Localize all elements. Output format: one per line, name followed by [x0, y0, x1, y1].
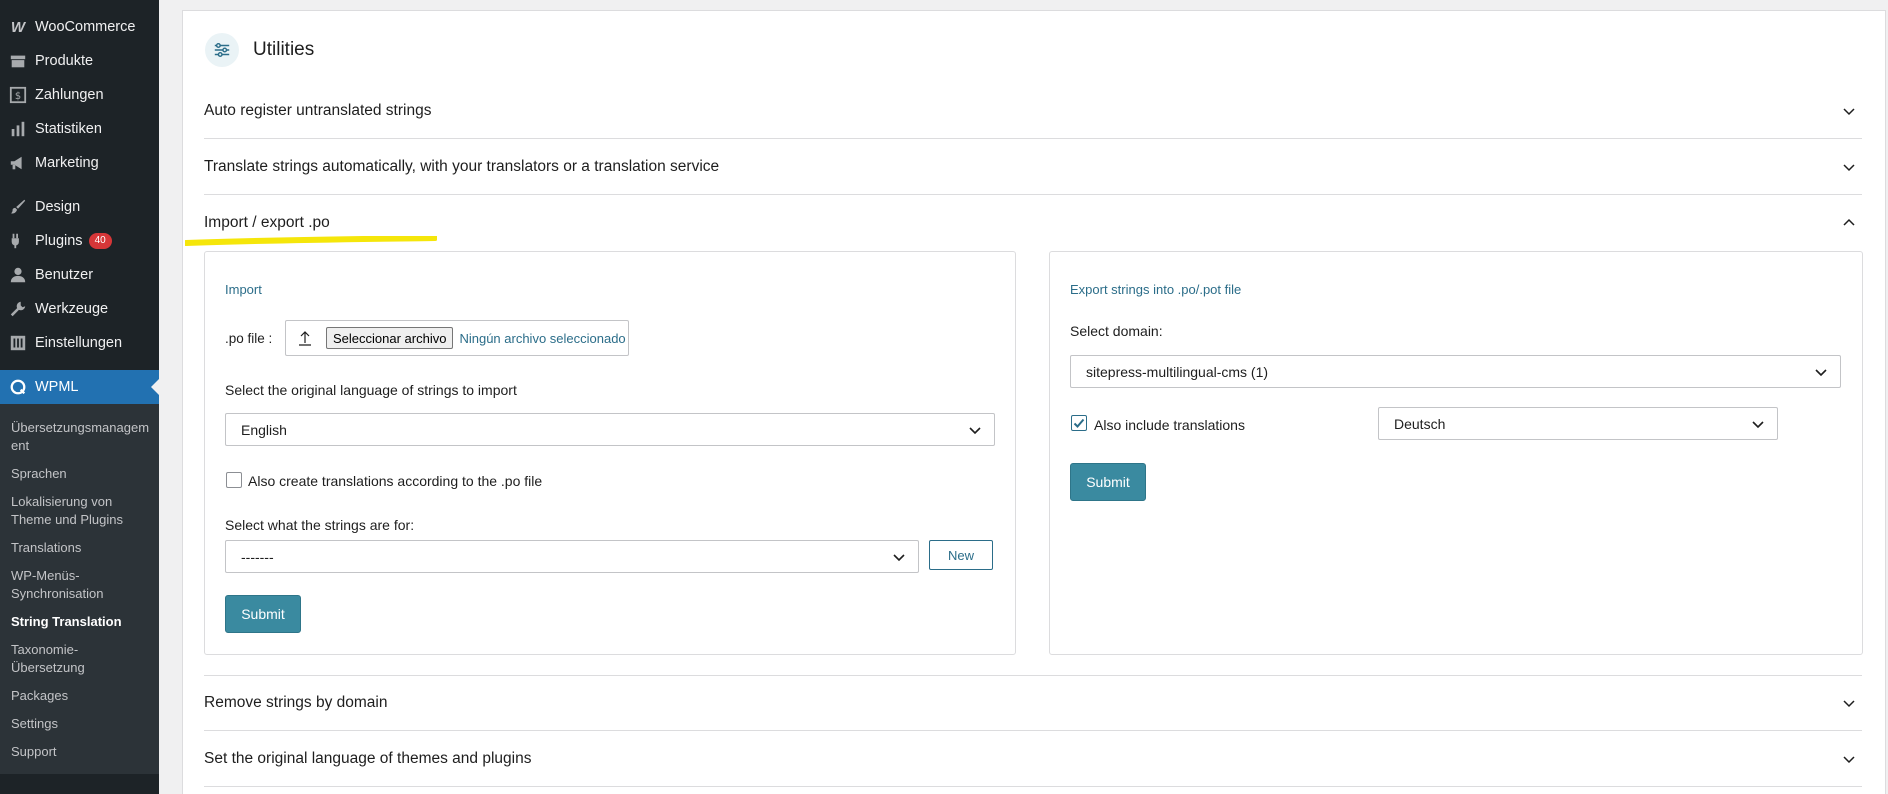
language-select-value: English [241, 421, 287, 438]
upload-icon [299, 331, 311, 346]
sidebar-item-label: Werkzeuge [35, 301, 109, 317]
accordion-title: Translate strings automatically, with yo… [204, 157, 720, 175]
sidebar-item-label: Plugins [35, 233, 83, 249]
submenu-item[interactable]: Support [0, 738, 159, 766]
sidebar-item-design[interactable]: Design [0, 190, 159, 224]
accordion-remove-strings[interactable]: Remove strings by domain [204, 675, 1862, 731]
submenu-item[interactable]: Settings [0, 710, 159, 738]
paintbrush-icon [8, 197, 28, 217]
accordion-title: Remove strings by domain [204, 694, 388, 711]
sidebar-item-zahlungen[interactable]: $ Zahlungen [0, 78, 159, 112]
translation-language-select[interactable]: Deutsch [1378, 407, 1778, 440]
sidebar-item-label: Einstellungen [35, 335, 123, 351]
woocommerce-icon: W [10, 18, 26, 36]
accordion-title: Auto register untranslated strings [204, 101, 432, 119]
submenu-item[interactable]: Sprachen [0, 460, 159, 488]
translation-language-value: Deutsch [1394, 415, 1446, 432]
sidebar-item-einstellungen[interactable]: Einstellungen [0, 326, 159, 360]
chevron-down-icon [1843, 700, 1855, 708]
chevron-down-icon [1843, 755, 1855, 763]
sliders-icon [205, 33, 239, 67]
sidebar-item-werkzeuge[interactable]: Werkzeuge [0, 292, 159, 326]
yellow-highlight-mark [185, 236, 437, 246]
accordion-translate-strings[interactable]: Translate strings automatically, with yo… [204, 139, 1862, 195]
sidebar-item-label: Marketing [35, 155, 99, 171]
sidebar-item-produkte[interactable]: Produkte [0, 44, 159, 78]
po-file-input[interactable]: Seleccionar archivo Ningún archivo selec… [285, 320, 629, 356]
language-select[interactable]: English [225, 413, 995, 446]
admin-sidebar: W WooCommerce Produkte $ Zahlungen Stati… [0, 0, 159, 794]
plugin-icon [8, 231, 28, 251]
include-translations-label: Also include translations [1094, 417, 1245, 433]
chevron-down-icon [1843, 107, 1855, 115]
sidebar-item-label: WooCommerce [35, 19, 136, 35]
submenu-item[interactable]: Übersetzungsmanagement [0, 414, 159, 460]
accordion-title: Import / export .po [204, 214, 330, 231]
chevron-down-icon [969, 426, 981, 434]
accordion-import-export[interactable]: Import / export .po [204, 196, 1862, 250]
update-count-badge: 40 [88, 233, 112, 249]
submenu-item[interactable]: WP-Menüs-Synchronisation [0, 562, 159, 608]
sidebar-item-benutzer[interactable]: Benutzer [0, 258, 159, 292]
create-translations-label: Also create translations according to th… [248, 473, 543, 489]
strings-for-select[interactable]: ------- [225, 540, 919, 573]
chevron-up-icon [1843, 218, 1855, 226]
sidebar-item-plugins[interactable]: Plugins 40 [0, 224, 159, 258]
choose-file-button[interactable]: Seleccionar archivo [326, 327, 454, 349]
chevron-down-icon [1815, 368, 1827, 376]
sidebar-item-label: WPML [35, 379, 79, 395]
settings-icon [8, 333, 28, 353]
submenu-item[interactable]: Packages [0, 682, 159, 710]
chevron-down-icon [1752, 420, 1764, 428]
accordion-original-language[interactable]: Set the original language of themes and … [204, 731, 1862, 787]
sidebar-item-marketing[interactable]: Marketing [0, 146, 159, 180]
import-title: Import [225, 282, 262, 297]
submenu-item[interactable]: Taxonomie-Übersetzung [0, 636, 159, 682]
user-icon [8, 265, 28, 285]
svg-text:$: $ [15, 91, 21, 102]
wpml-submenu: Übersetzungsmanagement Sprachen Lokalisi… [0, 404, 159, 774]
export-submit-button[interactable]: Submit [1070, 463, 1146, 501]
sidebar-item-label: Zahlungen [35, 87, 104, 103]
import-submit-button[interactable]: Submit [225, 595, 301, 633]
sidebar-item-wpml[interactable]: WPML [0, 370, 159, 404]
create-translations-checkbox[interactable] [226, 472, 242, 488]
dollar-icon: $ [8, 85, 28, 105]
bar-chart-icon [8, 119, 28, 139]
strings-for-select-value: ------- [241, 548, 274, 565]
accordion-auto-register[interactable]: Auto register untranslated strings [204, 83, 1862, 139]
sidebar-item-label: Statistiken [35, 121, 102, 137]
po-file-label: .po file : [225, 331, 273, 346]
strings-for-label: Select what the strings are for: [225, 517, 415, 533]
new-button[interactable]: New [929, 540, 993, 570]
sidebar-item-woocommerce[interactable]: W WooCommerce [0, 10, 159, 44]
sidebar-item-label: Produkte [35, 53, 94, 69]
page-title: Utilities [253, 39, 315, 60]
sidebar-item-label: Design [35, 199, 81, 215]
submenu-item-current[interactable]: String Translation [0, 608, 159, 636]
import-panel: Import .po file : Seleccionar archivo Ni… [204, 251, 1016, 655]
export-panel: Export strings into .po/.pot file Select… [1049, 251, 1863, 655]
language-label: Select the original language of strings … [225, 382, 517, 398]
submenu-item[interactable]: Translations [0, 534, 159, 562]
megaphone-icon [8, 153, 28, 173]
sidebar-item-statistiken[interactable]: Statistiken [0, 112, 159, 146]
chevron-down-icon [893, 553, 905, 561]
utilities-header: Utilities [205, 33, 314, 67]
export-title: Export strings into .po/.pot file [1070, 282, 1242, 297]
file-status: Ningún archivo seleccionado [459, 330, 626, 346]
wrench-icon [8, 299, 28, 319]
archive-icon [8, 51, 28, 71]
accordion-title: Set the original language of themes and … [204, 749, 532, 767]
chevron-down-icon [1843, 163, 1855, 171]
checkmark-icon [1073, 418, 1085, 428]
domain-select-value: sitepress-multilingual-cms (1) [1086, 363, 1269, 380]
submenu-item[interactable]: Lokalisierung von Theme und Plugins [0, 488, 159, 534]
domain-select[interactable]: sitepress-multilingual-cms (1) [1070, 355, 1841, 388]
include-translations-checkbox[interactable] [1071, 415, 1087, 431]
sidebar-item-label: Benutzer [35, 267, 94, 283]
domain-label: Select domain: [1070, 323, 1163, 339]
wpml-icon [8, 377, 28, 397]
